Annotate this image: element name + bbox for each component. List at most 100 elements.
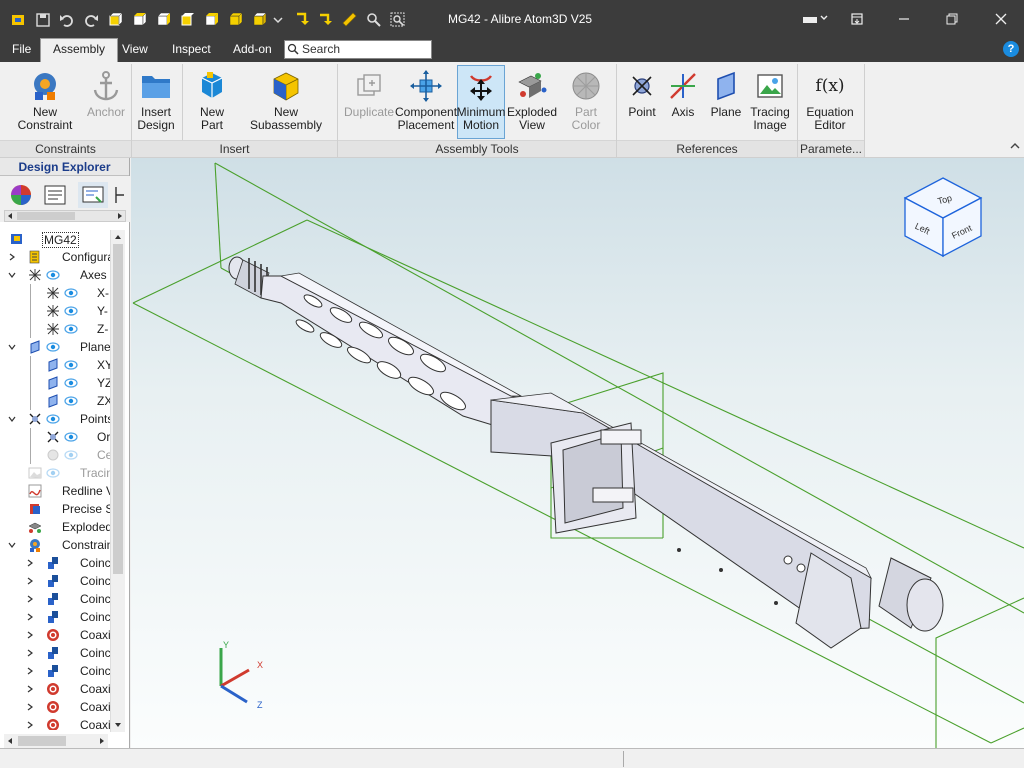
visibility-eye-icon[interactable] (46, 412, 60, 426)
chevron-right-icon[interactable] (8, 253, 16, 261)
search-input[interactable]: Search (284, 40, 432, 59)
tree-item[interactable]: Coinci (0, 662, 110, 680)
visibility-eye-icon[interactable] (46, 268, 60, 282)
tree-item[interactable]: Axes (0, 266, 110, 284)
close-icon[interactable] (990, 9, 1012, 29)
view-cube-bottom-icon[interactable] (178, 11, 196, 28)
view-cube-back-icon[interactable] (130, 11, 148, 28)
plane-button[interactable]: Plane (706, 66, 746, 138)
tree-item[interactable]: Points (0, 410, 110, 428)
tree-item[interactable]: Coinci (0, 590, 110, 608)
insert-design-button[interactable]: Insert Design (134, 66, 178, 138)
tree-view-icon[interactable] (78, 182, 108, 208)
anchor-button[interactable]: Anchor (86, 66, 126, 138)
tree-item[interactable]: X- (0, 284, 110, 302)
tree-item[interactable]: Exploded (0, 518, 110, 536)
undo-icon[interactable] (58, 11, 76, 28)
equation-editor-button[interactable]: f(x) Equation Editor (803, 66, 857, 138)
tracing-image-button[interactable]: Tracing Image (748, 66, 792, 138)
view-cube-top-icon[interactable] (154, 11, 172, 28)
ribbon-display-icon[interactable] (846, 9, 868, 29)
tree-item[interactable]: Tracin (0, 464, 110, 482)
tree-item[interactable]: Y- (0, 302, 110, 320)
zoom-icon[interactable] (364, 11, 382, 28)
move-down-icon[interactable] (292, 11, 310, 28)
tree-item[interactable]: Coinci (0, 572, 110, 590)
more-tools-icon[interactable] (112, 182, 126, 208)
design-tree[interactable]: MG42 Configurat Axes X- Y- Z- Planes XY YZ ZX Poin… (0, 230, 110, 730)
view-cube-left-icon[interactable] (202, 11, 220, 28)
3d-viewport[interactable]: Top Left Front Y X Z (131, 158, 1024, 748)
tree-horizontal-scrollbar[interactable] (4, 734, 108, 748)
chevron-right-icon[interactable] (26, 649, 34, 657)
tree-item[interactable]: Z- (0, 320, 110, 338)
chevron-right-icon[interactable] (26, 577, 34, 585)
component-placement-button[interactable]: Component Placement (395, 66, 457, 138)
zoom-window-icon[interactable] (388, 11, 406, 28)
tree-item[interactable]: Coaxia (0, 716, 110, 730)
chevron-down-icon[interactable] (8, 343, 16, 351)
measure-icon[interactable] (340, 11, 358, 28)
axis-button[interactable]: Axis (664, 66, 702, 138)
minimum-motion-button[interactable]: Minimum Motion (457, 65, 505, 139)
tree-item[interactable]: YZ (0, 374, 110, 392)
visibility-eye-icon[interactable] (64, 448, 78, 462)
tree-item[interactable]: MG42 (0, 230, 110, 248)
visibility-eye-icon[interactable] (64, 394, 78, 408)
new-part-button[interactable]: New Part (188, 66, 236, 138)
tree-item[interactable]: Coaxia (0, 626, 110, 644)
chevron-right-icon[interactable] (26, 559, 34, 567)
view-cube[interactable]: Top Left Front (903, 176, 987, 258)
tree-item[interactable]: ZX (0, 392, 110, 410)
tree-item[interactable]: XY (0, 356, 110, 374)
chevron-down-icon[interactable] (8, 541, 16, 549)
tab-file[interactable]: File (6, 39, 37, 62)
tree-vertical-scrollbar[interactable] (110, 230, 125, 732)
chevron-right-icon[interactable] (26, 595, 34, 603)
visibility-eye-icon[interactable] (64, 322, 78, 336)
tab-assembly[interactable]: Assembly (40, 38, 119, 62)
tree-item[interactable]: Configurat (0, 248, 110, 266)
visibility-eye-icon[interactable] (64, 358, 78, 372)
tree-item[interactable]: Redline V (0, 482, 110, 500)
visibility-eye-icon[interactable] (64, 430, 78, 444)
chevron-down-icon[interactable] (8, 271, 16, 279)
color-wheel-icon[interactable] (6, 182, 36, 208)
visibility-eye-icon[interactable] (46, 466, 60, 480)
chevron-right-icon[interactable] (26, 667, 34, 675)
visibility-eye-icon[interactable] (64, 376, 78, 390)
tab-inspect[interactable]: Inspect (166, 39, 217, 62)
chevron-right-icon[interactable] (26, 613, 34, 621)
chevron-right-icon[interactable] (26, 721, 34, 729)
tab-add-on[interactable]: Add-on (227, 39, 278, 62)
tree-item[interactable]: Coaxia (0, 698, 110, 716)
restore-icon[interactable] (941, 9, 963, 29)
display-mode-dropdown[interactable] (800, 9, 830, 29)
tree-item[interactable]: Coinci (0, 608, 110, 626)
tree-item[interactable]: Ce (0, 446, 110, 464)
help-icon[interactable]: ? (1003, 41, 1019, 57)
tree-item[interactable]: Coinci (0, 554, 110, 572)
qat-dropdown-icon[interactable] (272, 11, 284, 28)
point-button[interactable]: Point (624, 66, 660, 138)
toolbar-scrollbar[interactable] (4, 210, 126, 222)
tree-item[interactable]: Precise S (0, 500, 110, 518)
redo-icon[interactable] (82, 11, 100, 28)
exploded-view-button[interactable]: Exploded View (507, 66, 557, 138)
view-cube-right-icon[interactable] (226, 11, 244, 28)
visibility-eye-icon[interactable] (64, 304, 78, 318)
chevron-down-icon[interactable] (8, 415, 16, 423)
new-constraint-button[interactable]: New Constraint (6, 66, 84, 138)
tree-item[interactable]: Coaxia (0, 680, 110, 698)
move-up-icon[interactable] (316, 11, 334, 28)
save-icon[interactable] (35, 11, 51, 28)
tree-item[interactable]: Coinci (0, 644, 110, 662)
tree-item[interactable]: Planes (0, 338, 110, 356)
visibility-eye-icon[interactable] (46, 340, 60, 354)
view-cube-front-icon[interactable] (106, 11, 124, 28)
new-subassembly-button[interactable]: New Subassembly (240, 66, 332, 138)
chevron-right-icon[interactable] (26, 685, 34, 693)
part-color-button[interactable]: Part Color (560, 66, 612, 138)
visibility-eye-icon[interactable] (64, 286, 78, 300)
properties-icon[interactable] (40, 182, 70, 208)
